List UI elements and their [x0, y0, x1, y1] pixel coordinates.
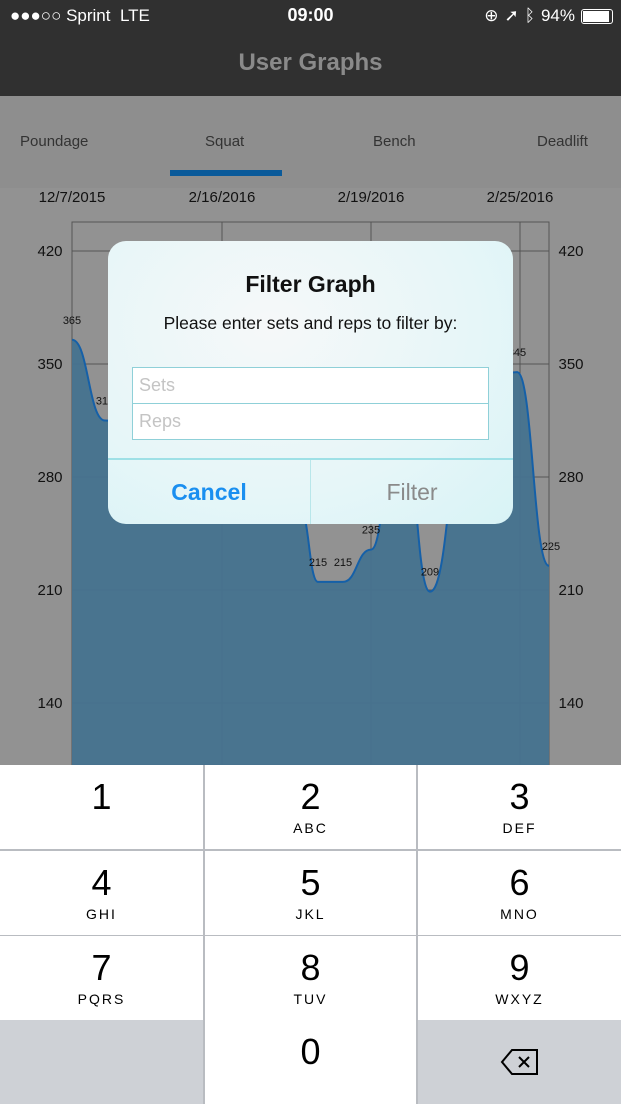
key-1[interactable]: 1: [0, 765, 203, 849]
key-digit: 5: [300, 862, 321, 903]
key-digit: 2: [300, 776, 321, 817]
y-tick-label-right: 140: [558, 695, 583, 712]
status-bar: ●●●○○ Sprint LTE 09:00 ⊕ ➚ ᛒ 94%: [0, 0, 621, 32]
tab-bar: Poundage Squat Bench Deadlift: [0, 96, 621, 188]
data-label: 215: [334, 557, 352, 569]
y-tick-label-left: 210: [37, 582, 62, 599]
key-letters: TUV: [293, 991, 328, 1007]
key-digit: 3: [509, 776, 530, 817]
y-tick-label-right: 350: [558, 356, 583, 373]
backspace-icon: [500, 1049, 538, 1075]
key-5[interactable]: 5 JKL: [205, 851, 416, 935]
data-label: 235: [362, 525, 380, 537]
key-digit: 1: [91, 776, 112, 817]
key-letters: MNO: [500, 906, 539, 922]
y-tick-label-right: 280: [558, 469, 583, 486]
key-letters: JKL: [295, 906, 326, 922]
key-digit: 9: [509, 947, 530, 988]
key-digit: 0: [300, 1031, 321, 1072]
x-tick-label: 2/25/2016: [487, 189, 554, 206]
key-letters: ABC: [293, 820, 328, 836]
tab-squat[interactable]: Squat: [205, 133, 244, 150]
key-digit: 6: [509, 862, 530, 903]
y-tick-label-left: 280: [37, 469, 62, 486]
key-letters: WXYZ: [495, 991, 544, 1007]
data-label: 365: [63, 315, 81, 327]
battery-icon: [581, 8, 613, 24]
key-8[interactable]: 8 TUV: [205, 936, 416, 1020]
blank-key: [0, 1020, 203, 1104]
y-tick-label-left: 350: [37, 356, 62, 373]
tab-poundage[interactable]: Poundage: [20, 133, 88, 150]
dialog-title: Filter Graph: [245, 271, 376, 297]
y-tick-label-left: 420: [37, 243, 62, 260]
key-7[interactable]: 7 PQRS: [0, 936, 203, 1020]
key-3[interactable]: 3 DEF: [418, 765, 621, 849]
key-6[interactable]: 6 MNO: [418, 851, 621, 935]
data-label: 225: [542, 541, 560, 553]
delete-key[interactable]: [418, 1020, 621, 1104]
x-tick-label: 2/19/2016: [338, 189, 405, 206]
key-0[interactable]: 0: [205, 1020, 416, 1104]
key-digit: 8: [300, 947, 321, 988]
key-2[interactable]: 2 ABC: [205, 765, 416, 849]
reps-input[interactable]: [132, 403, 489, 440]
data-label: 209: [421, 567, 439, 579]
key-9[interactable]: 9 WXYZ: [418, 936, 621, 1020]
selected-tab-indicator: [170, 170, 282, 176]
numeric-keypad: 1 2 ABC 3 DEF 4 GHI 5 JKL 6 MNO 7 PQRS 8 TUV 9 WXYZ 0: [0, 765, 621, 1104]
dialog-message: Please enter sets and reps to filter by:: [163, 313, 458, 333]
filter-dialog: Filter Graph Please enter sets and reps …: [108, 241, 513, 524]
tab-deadlift[interactable]: Deadlift: [537, 133, 588, 150]
key-4[interactable]: 4 GHI: [0, 851, 203, 935]
key-letters: DEF: [502, 820, 537, 836]
x-tick-label: 12/7/2015: [39, 189, 106, 206]
key-digit: 4: [91, 862, 112, 903]
sets-input[interactable]: [132, 367, 489, 404]
data-label: 215: [309, 557, 327, 569]
location-arrow-icon: ➚: [504, 6, 519, 25]
tab-bench[interactable]: Bench: [373, 133, 416, 150]
y-tick-label-right: 420: [558, 243, 583, 260]
orientation-lock-icon: ⊕: [484, 6, 499, 25]
filter-button[interactable]: Filter: [311, 460, 513, 524]
bluetooth-icon: ᛒ: [524, 6, 535, 25]
y-tick-label-left: 140: [37, 695, 62, 712]
x-tick-label: 2/16/2016: [189, 189, 256, 206]
page-title: User Graphs: [0, 32, 621, 96]
key-letters: PQRS: [77, 991, 126, 1007]
cancel-button[interactable]: Cancel: [108, 460, 311, 524]
key-digit: 7: [91, 947, 112, 988]
battery-percent: 94%: [540, 6, 575, 25]
y-tick-label-right: 210: [558, 582, 583, 599]
key-letters: GHI: [86, 906, 117, 922]
